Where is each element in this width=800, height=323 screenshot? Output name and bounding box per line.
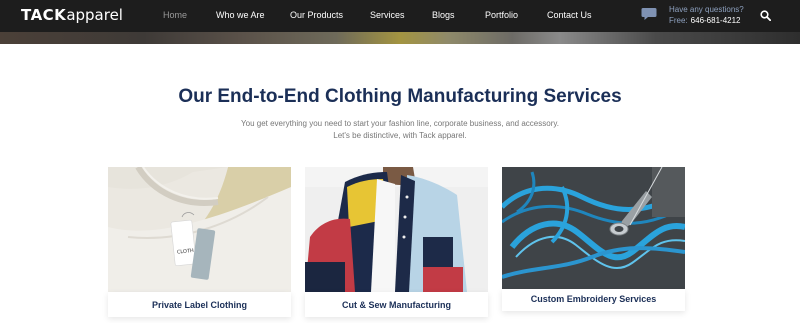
- contact-question: Have any questions?: [669, 5, 744, 14]
- nav-blogs[interactable]: Blogs: [432, 10, 455, 20]
- service-card-private-label[interactable]: CLOTH Private Label Clothing: [108, 167, 291, 317]
- service-card-custom-embroidery[interactable]: Custom Embroidery Services: [502, 167, 685, 317]
- cut-sew-image: [305, 167, 488, 292]
- search-icon[interactable]: [760, 10, 771, 21]
- nav-portfolio[interactable]: Portfolio: [485, 10, 518, 20]
- chat-bubble-icon: [641, 8, 657, 20]
- nav-home[interactable]: Home: [163, 10, 187, 20]
- site-header: TACK apparel Home Who we Are Our Product…: [0, 0, 800, 32]
- service-card-title: Cut & Sew Manufacturing: [341, 299, 451, 310]
- service-card-label: Custom Embroidery Services: [502, 289, 685, 311]
- service-card-label: Private Label Clothing: [108, 292, 291, 317]
- contact-phone-line: Free: 646-681-4212: [669, 16, 741, 25]
- service-card-label: Cut & Sew Manufacturing: [305, 292, 488, 317]
- phone-number[interactable]: 646-681-4212: [691, 16, 741, 25]
- nav-who-we-are[interactable]: Who we Are: [216, 10, 265, 20]
- phone-label: Free:: [669, 16, 688, 25]
- nav-contact-us[interactable]: Contact Us: [547, 10, 592, 20]
- nav-services[interactable]: Services: [370, 10, 405, 20]
- hero-banner-image: [0, 32, 800, 44]
- nav-our-products[interactable]: Our Products: [290, 10, 343, 20]
- section-subtitle-line-1: You get everything you need to start you…: [241, 119, 559, 128]
- section-title: Our End-to-End Clothing Manufacturing Se…: [178, 86, 622, 107]
- section-subtitle-line-2: Let's be distinctive, with Tack apparel.: [333, 131, 467, 140]
- service-card-title: Custom Embroidery Services: [530, 294, 657, 304]
- service-card-cut-sew[interactable]: Cut & Sew Manufacturing: [305, 167, 488, 317]
- embroidery-image: [502, 167, 685, 289]
- private-label-image: CLOTH: [108, 167, 291, 292]
- service-card-title: Private Label Clothing: [151, 299, 247, 310]
